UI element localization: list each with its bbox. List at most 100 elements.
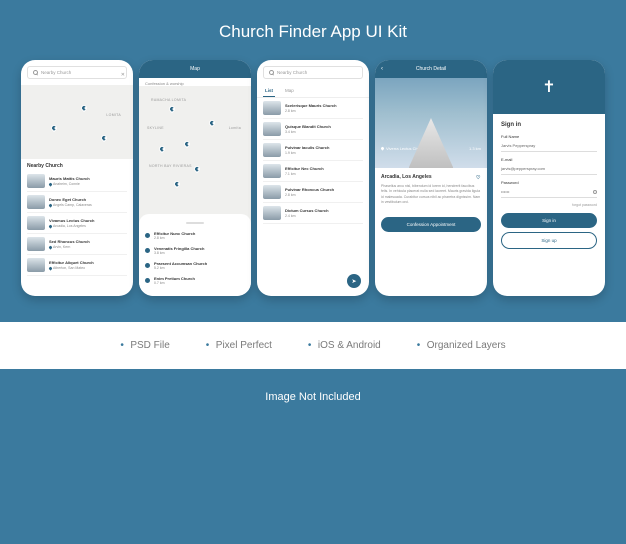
map-label: NORTH BAY RIVIERAS [149, 164, 192, 168]
detail-body: Arcadia, Los Angeles♡ Phasellus arcu nis… [375, 168, 487, 211]
subheader: Confession & worship [139, 78, 251, 86]
phones-row: Nearby Church ✕ LOMITA Nearby Church Mau… [0, 60, 626, 296]
map-pin[interactable] [173, 180, 181, 188]
close-icon[interactable]: ✕ [121, 72, 125, 78]
header: Map [139, 60, 251, 78]
map-pin[interactable] [183, 140, 191, 148]
map-pin[interactable] [168, 105, 176, 113]
item-distance: 2.8 km [285, 109, 363, 113]
map-pin[interactable] [158, 145, 166, 153]
item-distance: 5.2 km [154, 266, 245, 270]
form-title: Sign in [501, 122, 597, 128]
item-sub: Atherton, San Mateo [49, 266, 127, 270]
item-name: Pulvinar Rhoncus Church [285, 187, 363, 192]
tabs: List Map [257, 85, 369, 98]
locate-fab[interactable]: ➤ [347, 274, 361, 288]
map-pin[interactable] [50, 124, 58, 132]
item-name: Donec Eget Church [49, 197, 127, 202]
signup-button[interactable]: Sign up [501, 232, 597, 249]
list-item[interactable]: Quisque Blandit Church3.4 km [263, 119, 363, 140]
distance: 1.3 km [469, 146, 481, 151]
pin-icon [145, 278, 150, 283]
page-title: Church Finder App UI Kit [0, 0, 626, 60]
search-input[interactable]: Nearby Church [27, 66, 127, 79]
feature: Pixel Perfect [206, 340, 272, 351]
church-thumb [27, 258, 45, 272]
list-item[interactable]: Efficitur Aliquet ChurchAtherton, San Ma… [27, 255, 127, 276]
church-thumb [27, 195, 45, 209]
list-item[interactable]: Pulvinar Rhoncus Church2.8 km [263, 182, 363, 203]
item-distance: 2.8 km [154, 236, 245, 240]
location-icon [48, 203, 52, 207]
feature: iOS & Android [308, 340, 381, 351]
list-item[interactable]: Efficitur Nec Church7.1 km [263, 161, 363, 182]
list-item[interactable]: Donec Eget ChurchAngels Camp, Calaveras [27, 192, 127, 213]
church-thumb [263, 101, 281, 115]
list-item[interactable]: Praesent Accumsan Church5.2 km [145, 258, 245, 273]
church-thumb [263, 185, 281, 199]
map-pin[interactable] [193, 165, 201, 173]
church-list: Scelerisque Mauris Church2.8 km Quisque … [257, 98, 369, 224]
list-item[interactable]: Enim Pretium Church0.7 km [145, 273, 245, 288]
church-list: Mauris Mattis ChurchAnaheim, Connie Done… [21, 171, 133, 276]
list-item[interactable]: Pulvinar Iaculis Church1.9 km [263, 140, 363, 161]
eye-icon[interactable] [593, 190, 597, 194]
field-label: Password [501, 180, 597, 185]
tab-map[interactable]: Map [283, 85, 296, 97]
bottom-sheet[interactable]: Efficitur Nunc Church2.8 km Venenatis Fr… [139, 214, 251, 296]
church-thumb [263, 206, 281, 220]
pin-icon [145, 263, 150, 268]
map[interactable]: LOMITA [21, 85, 133, 159]
field-value[interactable]: Jarvis Pepperspray [501, 141, 597, 152]
heart-icon[interactable]: ♡ [476, 175, 481, 180]
church-thumb [27, 237, 45, 251]
sheet-handle[interactable] [186, 222, 204, 224]
feature: Organized Layers [417, 340, 506, 351]
search-placeholder: Nearby Church [41, 70, 71, 75]
location-title: Arcadia, Los Angeles [381, 174, 432, 180]
list-item[interactable]: Vivamus Lectus ChurchArcadia, Los Angele… [27, 213, 127, 234]
email-field[interactable]: E-mail jarvis@pepperspray.com [501, 157, 597, 175]
church-thumb [263, 122, 281, 136]
location-icon [48, 245, 52, 249]
list-item[interactable]: Mauris Mattis ChurchAnaheim, Connie [27, 171, 127, 192]
search-input[interactable]: Nearby Church [263, 66, 363, 79]
item-sub: Arvin, Kern [49, 245, 127, 249]
church-name: Viverra Lectus Church [386, 146, 426, 151]
screen-nearby: Nearby Church ✕ LOMITA Nearby Church Mau… [21, 60, 133, 296]
signin-form: Sign in Full Name Jarvis Pepperspray E-m… [493, 114, 605, 255]
map-label: SKYLINE [147, 126, 164, 130]
map-pin[interactable] [208, 119, 216, 127]
list-item[interactable]: Efficitur Nunc Church2.8 km [145, 228, 245, 243]
church-thumb [27, 216, 45, 230]
church-thumb [263, 143, 281, 157]
item-name: Efficitur Nec Church [285, 166, 363, 171]
list-item[interactable]: Sed Rhoncus ChurchArvin, Kern [27, 234, 127, 255]
church-hero-image: Viverra Lectus Church 1.3 km [375, 78, 487, 168]
field-value[interactable]: jarvis@pepperspray.com [501, 164, 597, 175]
feature: PSD File [120, 340, 169, 351]
item-sub: Arcadia, Los Angeles [49, 224, 127, 228]
image-not-included: Image Not Included [0, 369, 626, 425]
item-name: Quisque Blandit Church [285, 124, 363, 129]
map-pin[interactable] [80, 104, 88, 112]
search-icon [33, 70, 38, 75]
field-value[interactable]: •••••• [501, 187, 597, 198]
item-sub: Anaheim, Connie [49, 182, 127, 186]
field-label: Full Name [501, 134, 597, 139]
tab-list[interactable]: List [263, 85, 275, 97]
list-item[interactable]: Dictum Cursus Church2.4 km [263, 203, 363, 224]
map-pin[interactable] [100, 134, 108, 142]
forgot-password-link[interactable]: forgot password [501, 203, 597, 207]
item-name: Vivamus Lectus Church [49, 218, 127, 223]
fullname-field[interactable]: Full Name Jarvis Pepperspray [501, 134, 597, 152]
list-item[interactable]: Scelerisque Mauris Church2.8 km [263, 98, 363, 119]
signin-header: ✝ [493, 60, 605, 114]
list-item[interactable]: Venenatis Fringilla Church3.8 km [145, 243, 245, 258]
signin-button[interactable]: Sign in [501, 213, 597, 228]
location-icon [48, 182, 52, 186]
back-icon[interactable]: ‹ [381, 66, 383, 72]
confession-button[interactable]: Confession Appointment [381, 217, 481, 232]
password-field[interactable]: Password •••••• [501, 180, 597, 198]
header: Church Detail [375, 60, 487, 78]
